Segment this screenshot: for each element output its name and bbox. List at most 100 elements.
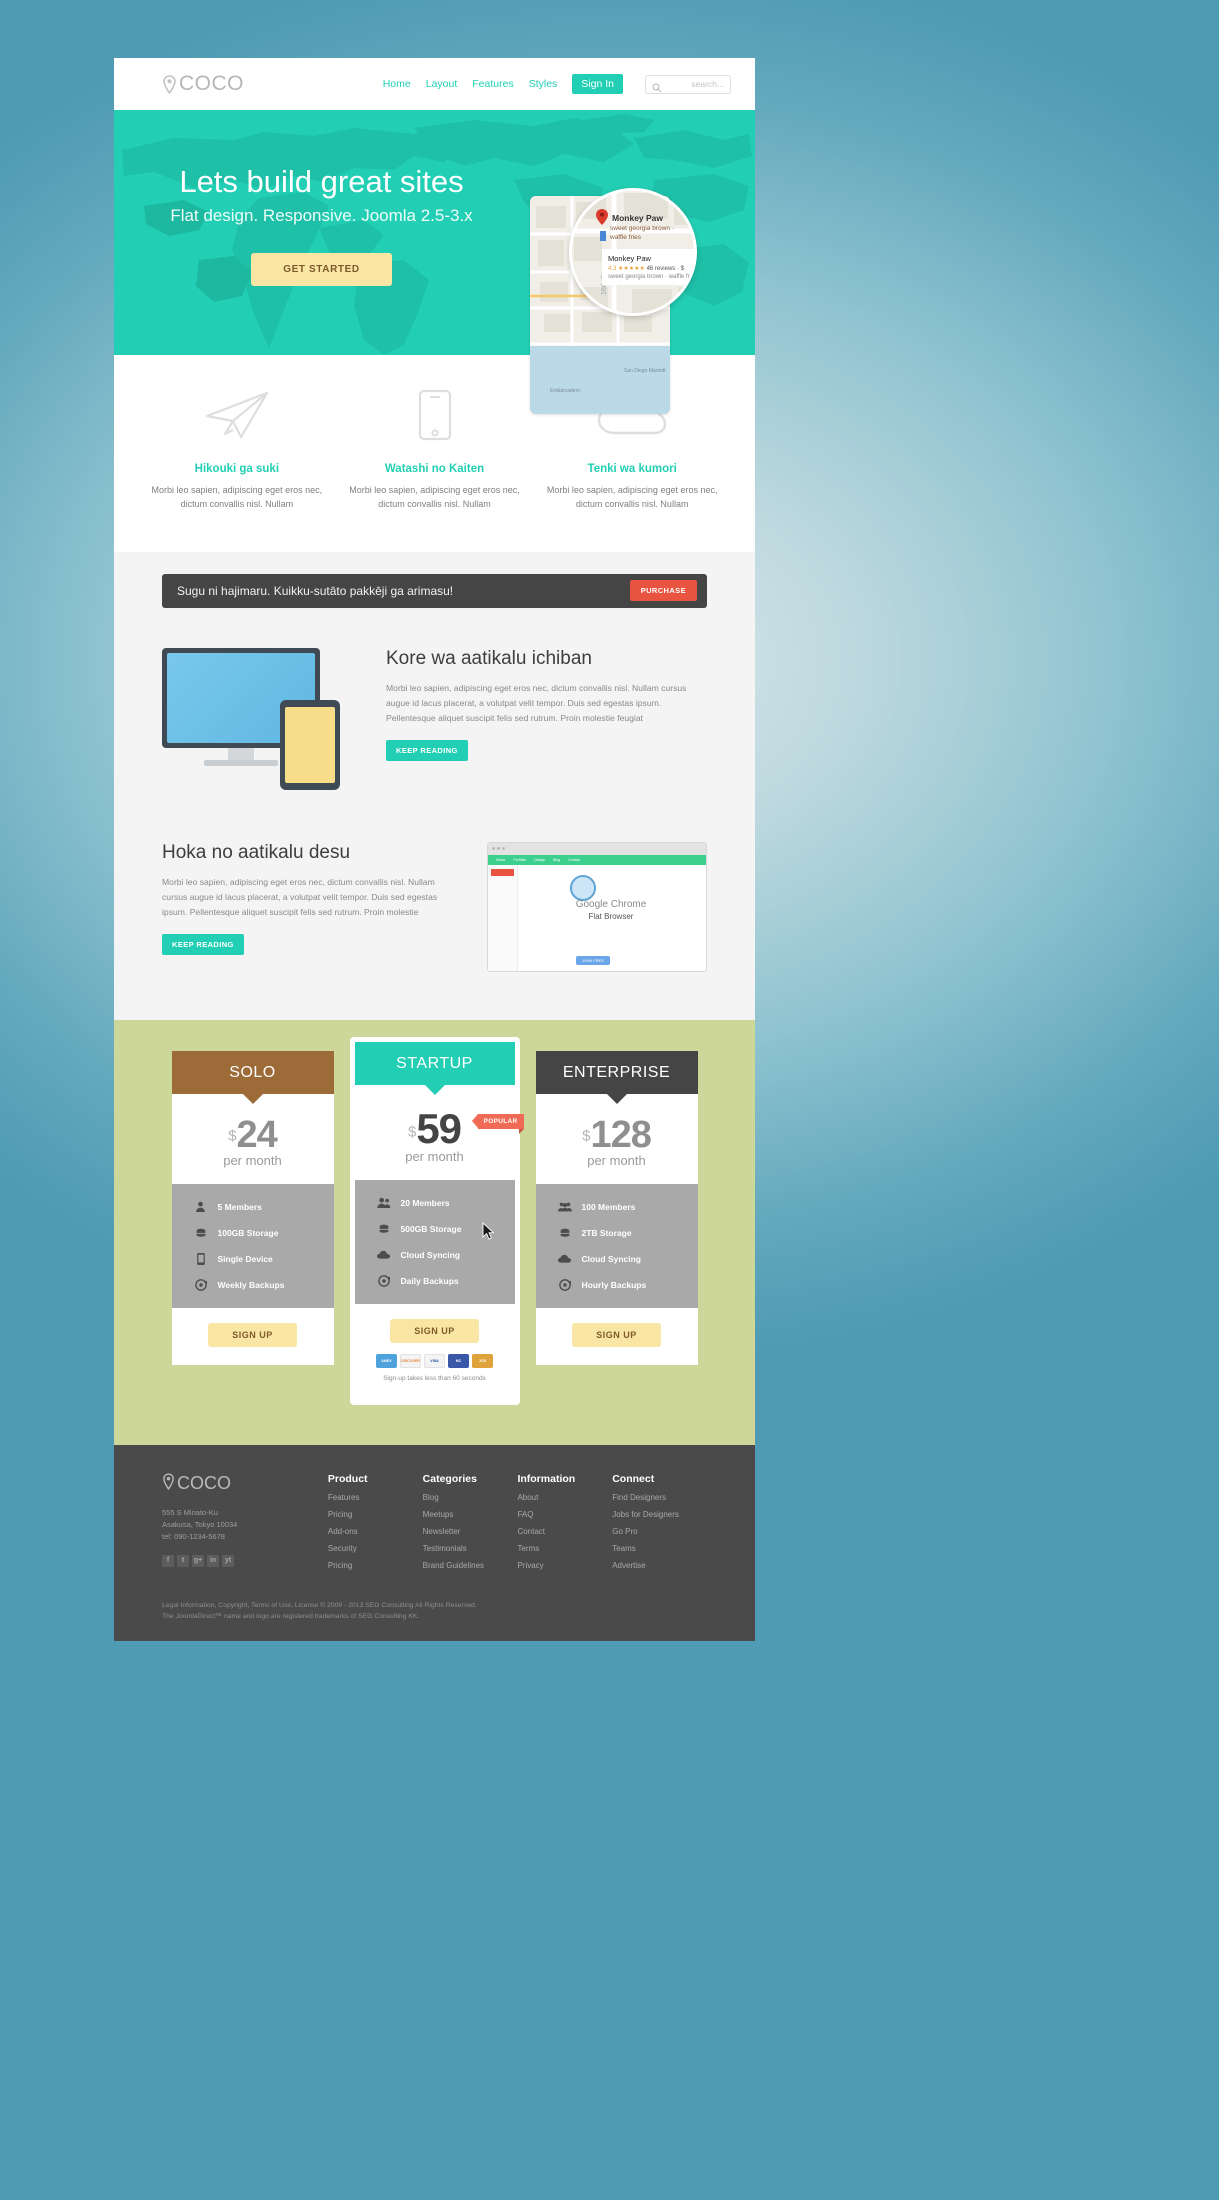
plan-feature-label: Hourly Backups xyxy=(581,1279,647,1290)
feature-title: Hikouki ga suki xyxy=(194,463,280,475)
mouse-cursor-icon xyxy=(482,1221,495,1245)
browser-tab-label: Contact xyxy=(568,857,581,862)
signup-button-startup[interactable]: SIGN UP xyxy=(390,1318,479,1343)
amex-card-icon: AMEX xyxy=(376,1353,397,1368)
twitter-icon[interactable]: t xyxy=(177,1554,189,1567)
footer-heading: Product xyxy=(327,1472,368,1485)
article-body: Morbi leo sapien, adipiscing eget eros n… xyxy=(162,876,438,917)
footer-link[interactable]: Meetups xyxy=(423,1510,518,1519)
nav-item-home[interactable]: Home xyxy=(383,78,411,90)
plan-feature-row: 100GB Storage xyxy=(194,1220,334,1246)
feature-card-1: Hikouki ga suki Morbi leo sapien, adipis… xyxy=(138,389,336,512)
plan-feature-row: 100 Members xyxy=(557,1194,698,1220)
footer-link[interactable]: About xyxy=(517,1493,612,1502)
linkedin-icon[interactable]: in xyxy=(207,1554,219,1567)
price-amount: 128 xyxy=(590,1113,651,1156)
signup-button-solo[interactable]: SIGN UP xyxy=(208,1322,297,1347)
map-info-card: Monkey Paw 4.3 ★★★★★ 46 reviews · $ swee… xyxy=(602,249,694,285)
footer-link[interactable]: Contact xyxy=(517,1527,612,1536)
footer-link[interactable]: FAQ xyxy=(517,1510,612,1519)
plan-feature-label: 2TB Storage xyxy=(581,1227,632,1238)
users-two-icon xyxy=(376,1197,391,1209)
feature-body: Morbi leo sapien, adipiscing eget eros n… xyxy=(151,485,323,509)
search-box[interactable] xyxy=(645,74,731,94)
mobile-device-icon xyxy=(194,1252,208,1265)
footer-link[interactable]: Newsletter xyxy=(423,1527,518,1536)
footer-link[interactable]: Go Pro xyxy=(612,1527,707,1536)
desktop-and-tablet-icon xyxy=(162,647,362,798)
svg-text:San Diego Marriott: San Diego Marriott xyxy=(624,368,666,374)
price-amount: 24 xyxy=(236,1113,278,1156)
search-input[interactable] xyxy=(661,79,724,89)
facebook-icon[interactable]: f xyxy=(162,1554,174,1567)
footer-link[interactable]: Pricing xyxy=(328,1510,423,1519)
magnifier-pin-title: Monkey Paw xyxy=(612,213,664,223)
purchase-button[interactable]: PURCHASE xyxy=(629,580,697,602)
footer-link[interactable]: Advertise xyxy=(612,1561,707,1570)
nav-item-features[interactable]: Features xyxy=(472,78,513,90)
article-row-1: Kore wa aatikalu ichiban Morbi leo sapie… xyxy=(162,647,707,798)
footer-address: 555 S Minato-Ku Asakusa, Tokyo 10034 tel… xyxy=(162,1507,328,1543)
address-line-3: tel: 090-1234-5678 xyxy=(162,1531,225,1541)
plan-features: 5 Members 100GB Storage Single Device We… xyxy=(171,1183,334,1308)
footer-link[interactable]: Jobs for Designers xyxy=(612,1510,707,1519)
footer-link[interactable]: Testimonials xyxy=(423,1544,518,1553)
plan-name: STARTUP xyxy=(354,1041,515,1095)
hard-drive-icon xyxy=(558,1227,572,1238)
hero-subtitle: Flat design. Responsive. Joomla 2.5-3.x xyxy=(170,206,473,225)
footer-link[interactable]: Features xyxy=(328,1493,423,1502)
article-text-1: Kore wa aatikalu ichiban Morbi leo sapie… xyxy=(362,648,707,761)
user-icon xyxy=(194,1201,208,1213)
footer-link[interactable]: Security xyxy=(328,1544,423,1553)
address-line-2: Asakusa, Tokyo 10034 xyxy=(162,1519,238,1529)
backup-clock-icon xyxy=(558,1279,572,1291)
price-period: per month xyxy=(587,1152,646,1168)
footer-column-connect: Connect Find Designers Jobs for Designer… xyxy=(612,1473,707,1570)
footer-link[interactable]: Blog xyxy=(423,1493,518,1502)
jcb-card-icon: JCB xyxy=(472,1353,493,1368)
plan-feature-label: 20 Members xyxy=(400,1197,450,1208)
keep-reading-button-1[interactable]: KEEP READING xyxy=(386,739,468,761)
nav-item-layout[interactable]: Layout xyxy=(426,78,458,90)
footer-link[interactable]: Terms xyxy=(517,1544,612,1553)
price-period: per month xyxy=(405,1148,464,1164)
article-text-2: Hoka no aatikalu desu Morbi leo sapien, … xyxy=(162,842,487,955)
plan-name: ENTERPRISE xyxy=(535,1050,698,1104)
plan-features: 100 Members 2TB Storage Cloud Syncing Ho… xyxy=(535,1183,698,1308)
plan-price: $59 per month POPULAR xyxy=(355,1085,524,1180)
footer-logo[interactable]: COCO xyxy=(162,1473,328,1495)
main-nav: Home Layout Features Styles Sign In xyxy=(383,74,731,94)
footer-link[interactable]: Find Designers xyxy=(612,1493,707,1502)
footer-link[interactable]: Teams xyxy=(612,1544,707,1553)
nav-item-styles[interactable]: Styles xyxy=(529,78,558,90)
signup-button-enterprise[interactable]: SIGN UP xyxy=(572,1322,661,1347)
feature-body: Morbi leo sapien, adipiscing eget eros n… xyxy=(546,485,718,509)
paper-plane-icon xyxy=(148,389,326,441)
currency-symbol: $ xyxy=(228,1127,237,1145)
site-logo[interactable]: COCO xyxy=(162,72,244,96)
footer-column-categories: Categories Blog Meetups Newsletter Testi… xyxy=(423,1473,518,1570)
purchase-cta-bar: Sugu ni hajimaru. Kuikku-sutāto pakkēji … xyxy=(162,573,707,608)
feature-card-2: Watashi no Kaiten Morbi leo sapien, adip… xyxy=(336,389,534,512)
plan-footer: SIGN UP AMEX DISCOVER VISA MC JCB Sign-u… xyxy=(354,1303,515,1400)
footer-link[interactable]: Brand Guidelines xyxy=(423,1561,518,1570)
mobile-phone-icon xyxy=(346,389,524,441)
sign-in-button[interactable]: Sign In xyxy=(572,74,623,94)
footer-brand: COCO 555 S Minato-Ku Asakusa, Tokyo 1003… xyxy=(162,1473,328,1570)
footer-link[interactable]: Pricing xyxy=(328,1561,423,1570)
browser-window-icon: Home Portfolio Design Blog Contact Googl… xyxy=(487,841,707,972)
get-started-button[interactable]: GET STARTED xyxy=(251,253,392,286)
magnifier-pin-desc: sweet georgia brown · waffle fries xyxy=(610,225,674,242)
keep-reading-button-2[interactable]: KEEP READING xyxy=(162,933,244,955)
footer-link[interactable]: Add-ons xyxy=(328,1527,423,1536)
youtube-icon[interactable]: yt xyxy=(222,1554,234,1567)
browser-tab-label: Home xyxy=(496,857,506,862)
google-plus-icon[interactable]: g+ xyxy=(192,1554,204,1567)
site-footer: COCO 555 S Minato-Ku Asakusa, Tokyo 1003… xyxy=(114,1444,755,1641)
pricing-plan-startup: STARTUP $59 per month POPULAR 20 Members… xyxy=(349,1036,524,1405)
footer-link[interactable]: Privacy xyxy=(517,1561,612,1570)
browser-sidebar xyxy=(488,864,518,971)
footer-logo-text: COCO xyxy=(177,1473,231,1494)
signup-note: Sign-up takes less than 60 seconds xyxy=(383,1374,486,1382)
browser-cta-button: 100% FREE xyxy=(576,955,611,965)
